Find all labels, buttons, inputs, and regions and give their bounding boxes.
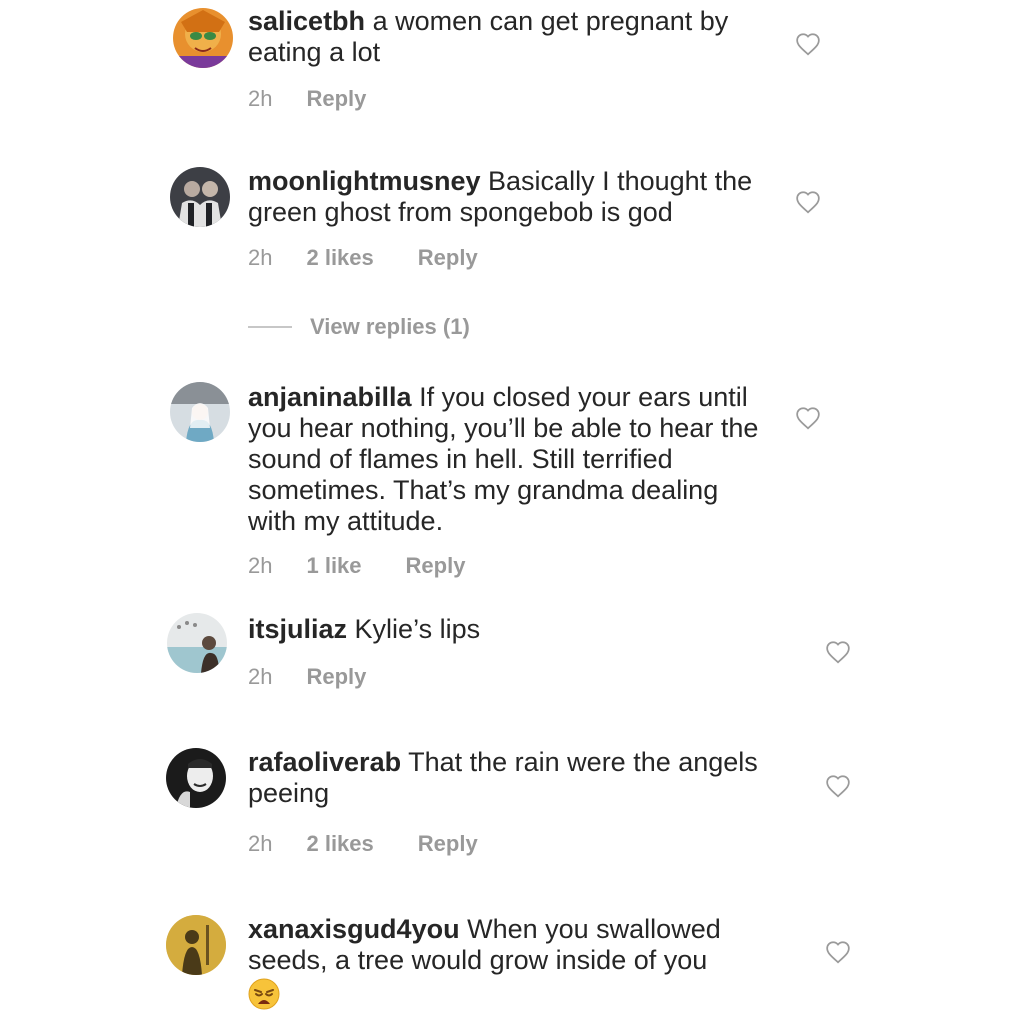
photo-avatar-icon xyxy=(166,748,226,808)
comment-meta: 2h Reply xyxy=(248,664,366,690)
comment-time: 2h xyxy=(248,831,273,856)
avatar[interactable] xyxy=(166,915,226,975)
heart-outline-icon[interactable] xyxy=(795,406,821,430)
comment-time: 2h xyxy=(248,553,273,578)
heart-outline-icon[interactable] xyxy=(795,190,821,214)
photo-avatar-icon xyxy=(170,167,230,227)
comment-username[interactable]: xanaxisgud4you xyxy=(248,914,460,944)
comment-meta: 2h 2 likes Reply xyxy=(248,245,478,271)
comment-body: xanaxisgud4you When you swallowed seeds,… xyxy=(248,914,768,1017)
comments-list: salicetbh a women can get pregnant by ea… xyxy=(0,0,1024,1024)
avatar[interactable] xyxy=(170,167,230,227)
avatar[interactable] xyxy=(170,382,230,442)
reply-button[interactable]: Reply xyxy=(406,553,466,579)
comment-username[interactable]: rafaoliverab xyxy=(248,747,401,777)
reply-button[interactable]: Reply xyxy=(306,664,366,690)
comment-text: Kylie’s lips xyxy=(354,614,481,644)
replies-divider xyxy=(248,326,292,328)
comment-username[interactable]: salicetbh xyxy=(248,6,365,36)
comment-likes[interactable]: 2 likes xyxy=(306,245,373,271)
comment-meta: 2h Reply xyxy=(248,86,366,112)
reply-button[interactable]: Reply xyxy=(306,86,366,112)
photo-avatar-icon xyxy=(167,613,227,673)
comment-username[interactable]: moonlightmusney xyxy=(248,166,481,196)
reply-button[interactable]: Reply xyxy=(418,245,478,271)
comment-body: salicetbh a women can get pregnant by ea… xyxy=(248,6,768,68)
comment-likes[interactable]: 1 like xyxy=(306,553,361,579)
heart-outline-icon[interactable] xyxy=(825,940,851,964)
heart-outline-icon[interactable] xyxy=(795,32,821,56)
view-replies-button[interactable]: View replies (1) xyxy=(248,314,470,340)
view-replies-label: View replies (1) xyxy=(310,314,470,339)
comment-body: itsjuliaz Kylie’s lips xyxy=(248,614,768,645)
photo-avatar-icon xyxy=(170,382,230,442)
reply-button[interactable]: Reply xyxy=(418,831,478,857)
heart-outline-icon[interactable] xyxy=(825,640,851,664)
cartoon-avatar-icon xyxy=(173,8,233,68)
comment-meta: 2h 1 like Reply xyxy=(248,553,465,579)
heart-outline-icon[interactable] xyxy=(825,774,851,798)
weary-face-emoji-icon xyxy=(248,978,280,1010)
comment-time: 2h xyxy=(248,86,273,111)
comment-likes[interactable]: 2 likes xyxy=(306,831,373,857)
comment-body: anjaninabilla If you closed your ears un… xyxy=(248,382,768,537)
comment-username[interactable]: anjaninabilla xyxy=(248,382,412,412)
avatar[interactable] xyxy=(173,8,233,68)
photo-avatar-icon xyxy=(166,915,226,975)
comment-username[interactable]: itsjuliaz xyxy=(248,614,347,644)
comment-time: 2h xyxy=(248,664,273,689)
avatar[interactable] xyxy=(166,748,226,808)
comment-body: moonlightmusney Basically I thought the … xyxy=(248,166,768,228)
comment-time: 2h xyxy=(248,245,273,270)
comment-meta: 2h 2 likes Reply xyxy=(248,831,478,857)
avatar[interactable] xyxy=(167,613,227,673)
comment-body: rafaoliverab That the rain were the ange… xyxy=(248,747,768,809)
